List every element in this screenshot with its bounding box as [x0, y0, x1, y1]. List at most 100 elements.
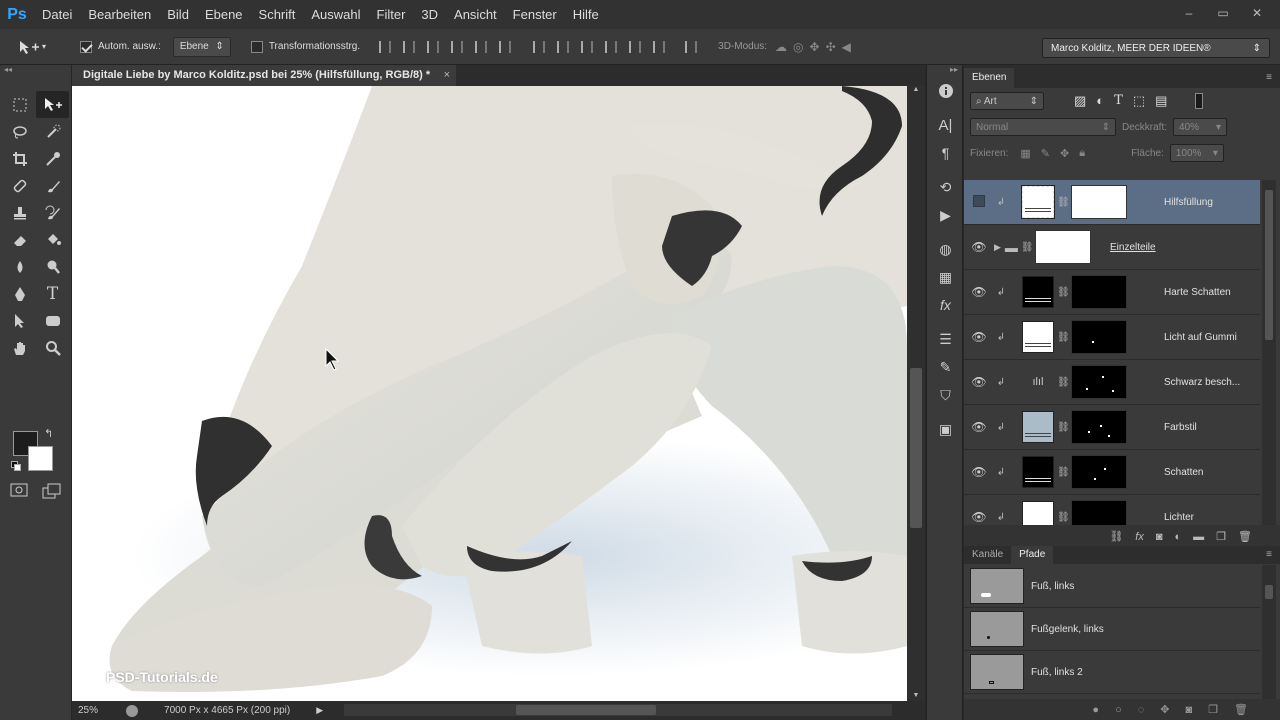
path-row[interactable]: Fuß, links [964, 565, 1260, 608]
layer-name[interactable]: Farbstil [1164, 422, 1197, 433]
delete-path-icon[interactable]: 🗑︎ [1234, 703, 1248, 716]
paths-scroll-thumb[interactable] [1265, 585, 1273, 599]
filter-smartobject-icon[interactable]: ▤ [1155, 93, 1167, 109]
align-right-icon[interactable] [496, 38, 514, 56]
paths-scrollbar[interactable] [1262, 565, 1276, 699]
path-row[interactable]: Fußgelenk, links [964, 608, 1260, 651]
lock-position-icon[interactable]: ✥ [1060, 147, 1069, 160]
path-name[interactable]: Fuß, links [1031, 581, 1074, 592]
path-thumbnail[interactable] [970, 568, 1024, 604]
lock-all-icon[interactable]: 🔒︎ [1079, 147, 1085, 160]
close-tab-icon[interactable]: × [444, 65, 450, 86]
clone-stamp-tool-icon[interactable] [3, 199, 36, 226]
menu-bearbeiten[interactable]: Bearbeiten [80, 0, 159, 29]
zoom-tool-icon[interactable] [36, 334, 69, 361]
menu-ansicht[interactable]: Ansicht [446, 0, 505, 29]
vertical-scroll-thumb[interactable] [910, 368, 922, 528]
group-mask-thumbnail[interactable] [1034, 230, 1091, 264]
crop-tool-icon[interactable] [3, 145, 36, 172]
link-icon[interactable]: ⛓ [1057, 332, 1070, 343]
styles-panel-icon[interactable]: fx [927, 291, 964, 319]
align-bottom-icon[interactable] [424, 38, 442, 56]
new-path-icon[interactable]: ❐ [1208, 703, 1218, 716]
status-menu-arrow-icon[interactable]: ▶ [316, 705, 323, 716]
marquee-tool-icon[interactable] [3, 91, 36, 118]
eye-icon[interactable]: 👁︎ [964, 240, 994, 254]
delete-layer-icon[interactable]: 🗑︎ [1238, 530, 1252, 543]
filter-shape-icon[interactable]: ⬚ [1133, 93, 1145, 109]
eye-icon[interactable]: 👁︎ [964, 375, 994, 389]
expand-panels-icon[interactable]: ▸▸ [927, 65, 962, 77]
layer-name[interactable]: Einzelteile [1110, 242, 1156, 253]
menu-ebene[interactable]: Ebene [197, 0, 251, 29]
layer-mask-thumbnail[interactable] [1071, 320, 1127, 354]
menu-datei[interactable]: Datei [34, 0, 80, 29]
layer-name[interactable]: Hilfsfüllung [1164, 197, 1213, 208]
new-layer-icon[interactable]: ❐ [1216, 530, 1226, 543]
paint-bucket-tool-icon[interactable] [36, 226, 69, 253]
link-layers-icon[interactable]: ⛓ [1109, 530, 1123, 543]
tab-channels[interactable]: Kanäle [964, 546, 1011, 564]
layer-row[interactable]: 👁︎ ↲ ⛓ Licht auf Gummi [964, 315, 1260, 360]
blur-tool-icon[interactable] [3, 253, 36, 280]
layer-row[interactable]: 👁︎ ↲ ⛓ Farbstil [964, 405, 1260, 450]
layer-mask-thumbnail[interactable] [1071, 185, 1127, 219]
make-path-icon[interactable]: ✥ [1160, 703, 1169, 716]
distribute-bottom-icon[interactable] [578, 38, 596, 56]
canvas-horizontal-scrollbar[interactable] [344, 704, 892, 716]
add-mask-icon[interactable]: ◙ [1156, 531, 1163, 543]
collapse-icon[interactable]: ◂◂ [0, 65, 71, 77]
layer-name[interactable]: Schwarz besch... [1164, 377, 1240, 388]
layer-name[interactable]: Schatten [1164, 467, 1203, 478]
layer-mask-thumbnail[interactable] [1071, 455, 1127, 489]
align-hcenter-icon[interactable] [472, 38, 490, 56]
actions-panel-icon[interactable]: ▶ [927, 201, 964, 229]
maximize-button[interactable]: ▭ [1210, 4, 1236, 22]
filter-pixel-icon[interactable]: ▨ [1074, 93, 1086, 109]
info-panel-icon[interactable] [927, 77, 964, 105]
filter-type-icon[interactable]: T [1114, 93, 1123, 109]
path-row[interactable]: Fuß, links 2 [964, 651, 1260, 694]
panel-menu-icon[interactable]: ≡ [1266, 68, 1280, 88]
layer-thumbnail[interactable] [1022, 456, 1054, 488]
fill-path-icon[interactable]: ● [1092, 704, 1099, 716]
3d-panel-icon[interactable]: ▣ [927, 415, 964, 443]
align-vcenter-icon[interactable] [400, 38, 418, 56]
move-tool-preset-icon[interactable]: ▾ [18, 33, 66, 61]
hand-tool-icon[interactable] [3, 334, 36, 361]
distribute-left-icon[interactable] [602, 38, 620, 56]
fill-input[interactable]: 100% ▾ [1169, 144, 1224, 162]
dodge-tool-icon[interactable] [36, 253, 69, 280]
link-icon[interactable]: ⛓ [1057, 377, 1070, 388]
quick-mask-icon[interactable] [10, 483, 28, 500]
panel-menu-icon[interactable]: ≡ [1266, 546, 1280, 564]
layer-row[interactable]: 👁︎ ↲ ⛓ Schatten [964, 450, 1260, 495]
menu-hilfe[interactable]: Hilfe [565, 0, 607, 29]
shape-tool-icon[interactable] [36, 307, 69, 334]
layer-mask-thumbnail[interactable] [1071, 275, 1127, 309]
levels-adjustment-icon[interactable]: ılıl [1022, 376, 1054, 388]
3d-mode-icons[interactable]: ☁◎✥✣◀ [775, 40, 857, 54]
link-icon[interactable]: ⛓ [1021, 242, 1034, 253]
pen-tool-icon[interactable] [3, 280, 36, 307]
link-icon[interactable]: ⛓ [1057, 422, 1070, 433]
eye-icon[interactable]: 👁︎ [964, 420, 994, 434]
layer-thumbnail[interactable] [1022, 276, 1054, 308]
close-window-button[interactable]: ✕ [1244, 4, 1270, 22]
distribute-right-icon[interactable] [650, 38, 668, 56]
zoom-level[interactable]: 25% [78, 705, 98, 716]
swatches-panel-icon[interactable]: ▦ [927, 263, 964, 291]
path-name[interactable]: Fußgelenk, links [1031, 624, 1104, 635]
color-panel-icon[interactable]: ◍ [927, 235, 964, 263]
new-group-icon[interactable]: ▬ [1193, 531, 1204, 543]
align-top-icon[interactable] [376, 38, 394, 56]
tab-paths[interactable]: Pfade [1011, 546, 1054, 564]
link-icon[interactable]: ⛓ [1057, 512, 1070, 523]
distribute-vcenter-icon[interactable] [554, 38, 572, 56]
new-adjustment-icon[interactable]: ◐ [1175, 531, 1182, 543]
link-icon[interactable]: ⛓ [1057, 197, 1070, 208]
transform-control[interactable]: Transformationsstrg. [250, 40, 360, 53]
filter-adjustment-icon[interactable]: ◐ [1096, 93, 1104, 109]
tab-layers[interactable]: Ebenen [964, 68, 1015, 88]
layer-thumbnail[interactable] [1022, 501, 1054, 525]
